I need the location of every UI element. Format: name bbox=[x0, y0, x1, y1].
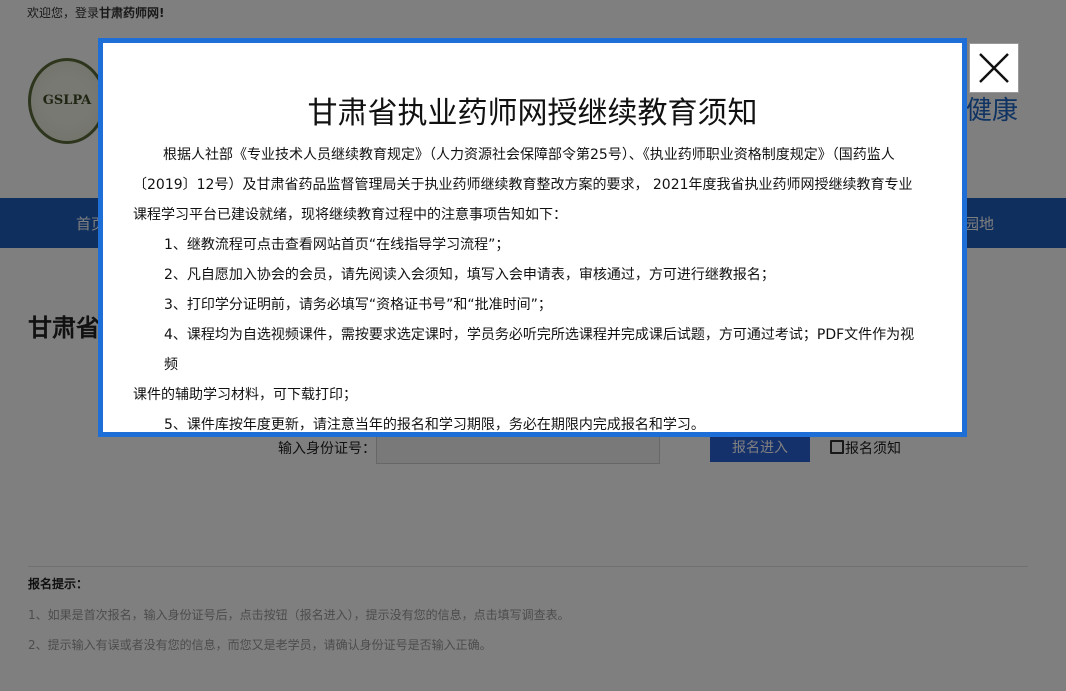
modal-intro: 根据人社部《专业技术人员继续教育规定》（人力资源社会保障部令第25号）、《执业药… bbox=[133, 147, 913, 223]
notice-item: 4、课程均为自选视频课件，需按要求选定课时，学员务必听完所选课程并完成课后试题，… bbox=[164, 327, 915, 373]
notice-item: 2、凡自愿加入协会的会员，请先阅读入会须知，填写入会申请表，审核通过，方可进行继… bbox=[164, 267, 775, 283]
modal-title: 甘肃省执业药师网授继续教育须知 bbox=[307, 96, 758, 131]
notice-item: 1、继教流程可点击查看网站首页“在线指导学习流程”； bbox=[164, 237, 510, 253]
close-button[interactable] bbox=[969, 43, 1019, 93]
notice-modal: 甘肃省执业药师网授继续教育须知 根据人社部《专业技术人员继续教育规定》（人力资源… bbox=[98, 38, 967, 437]
close-icon bbox=[979, 53, 1009, 83]
notice-item: 3、打印学分证明前，请务必填写“资格证书号”和“批准时间”； bbox=[164, 297, 552, 313]
notice-item: 课件的辅助学习材料，可下载打印； bbox=[133, 387, 357, 403]
notice-item: 5、课件库按年度更新，请注意当年的报名和学习期限，务必在期限内完成报名和学习。 bbox=[164, 417, 705, 433]
modal-body: 根据人社部《专业技术人员继续教育规定》（人力资源社会保障部令第25号）、《执业药… bbox=[133, 140, 926, 440]
